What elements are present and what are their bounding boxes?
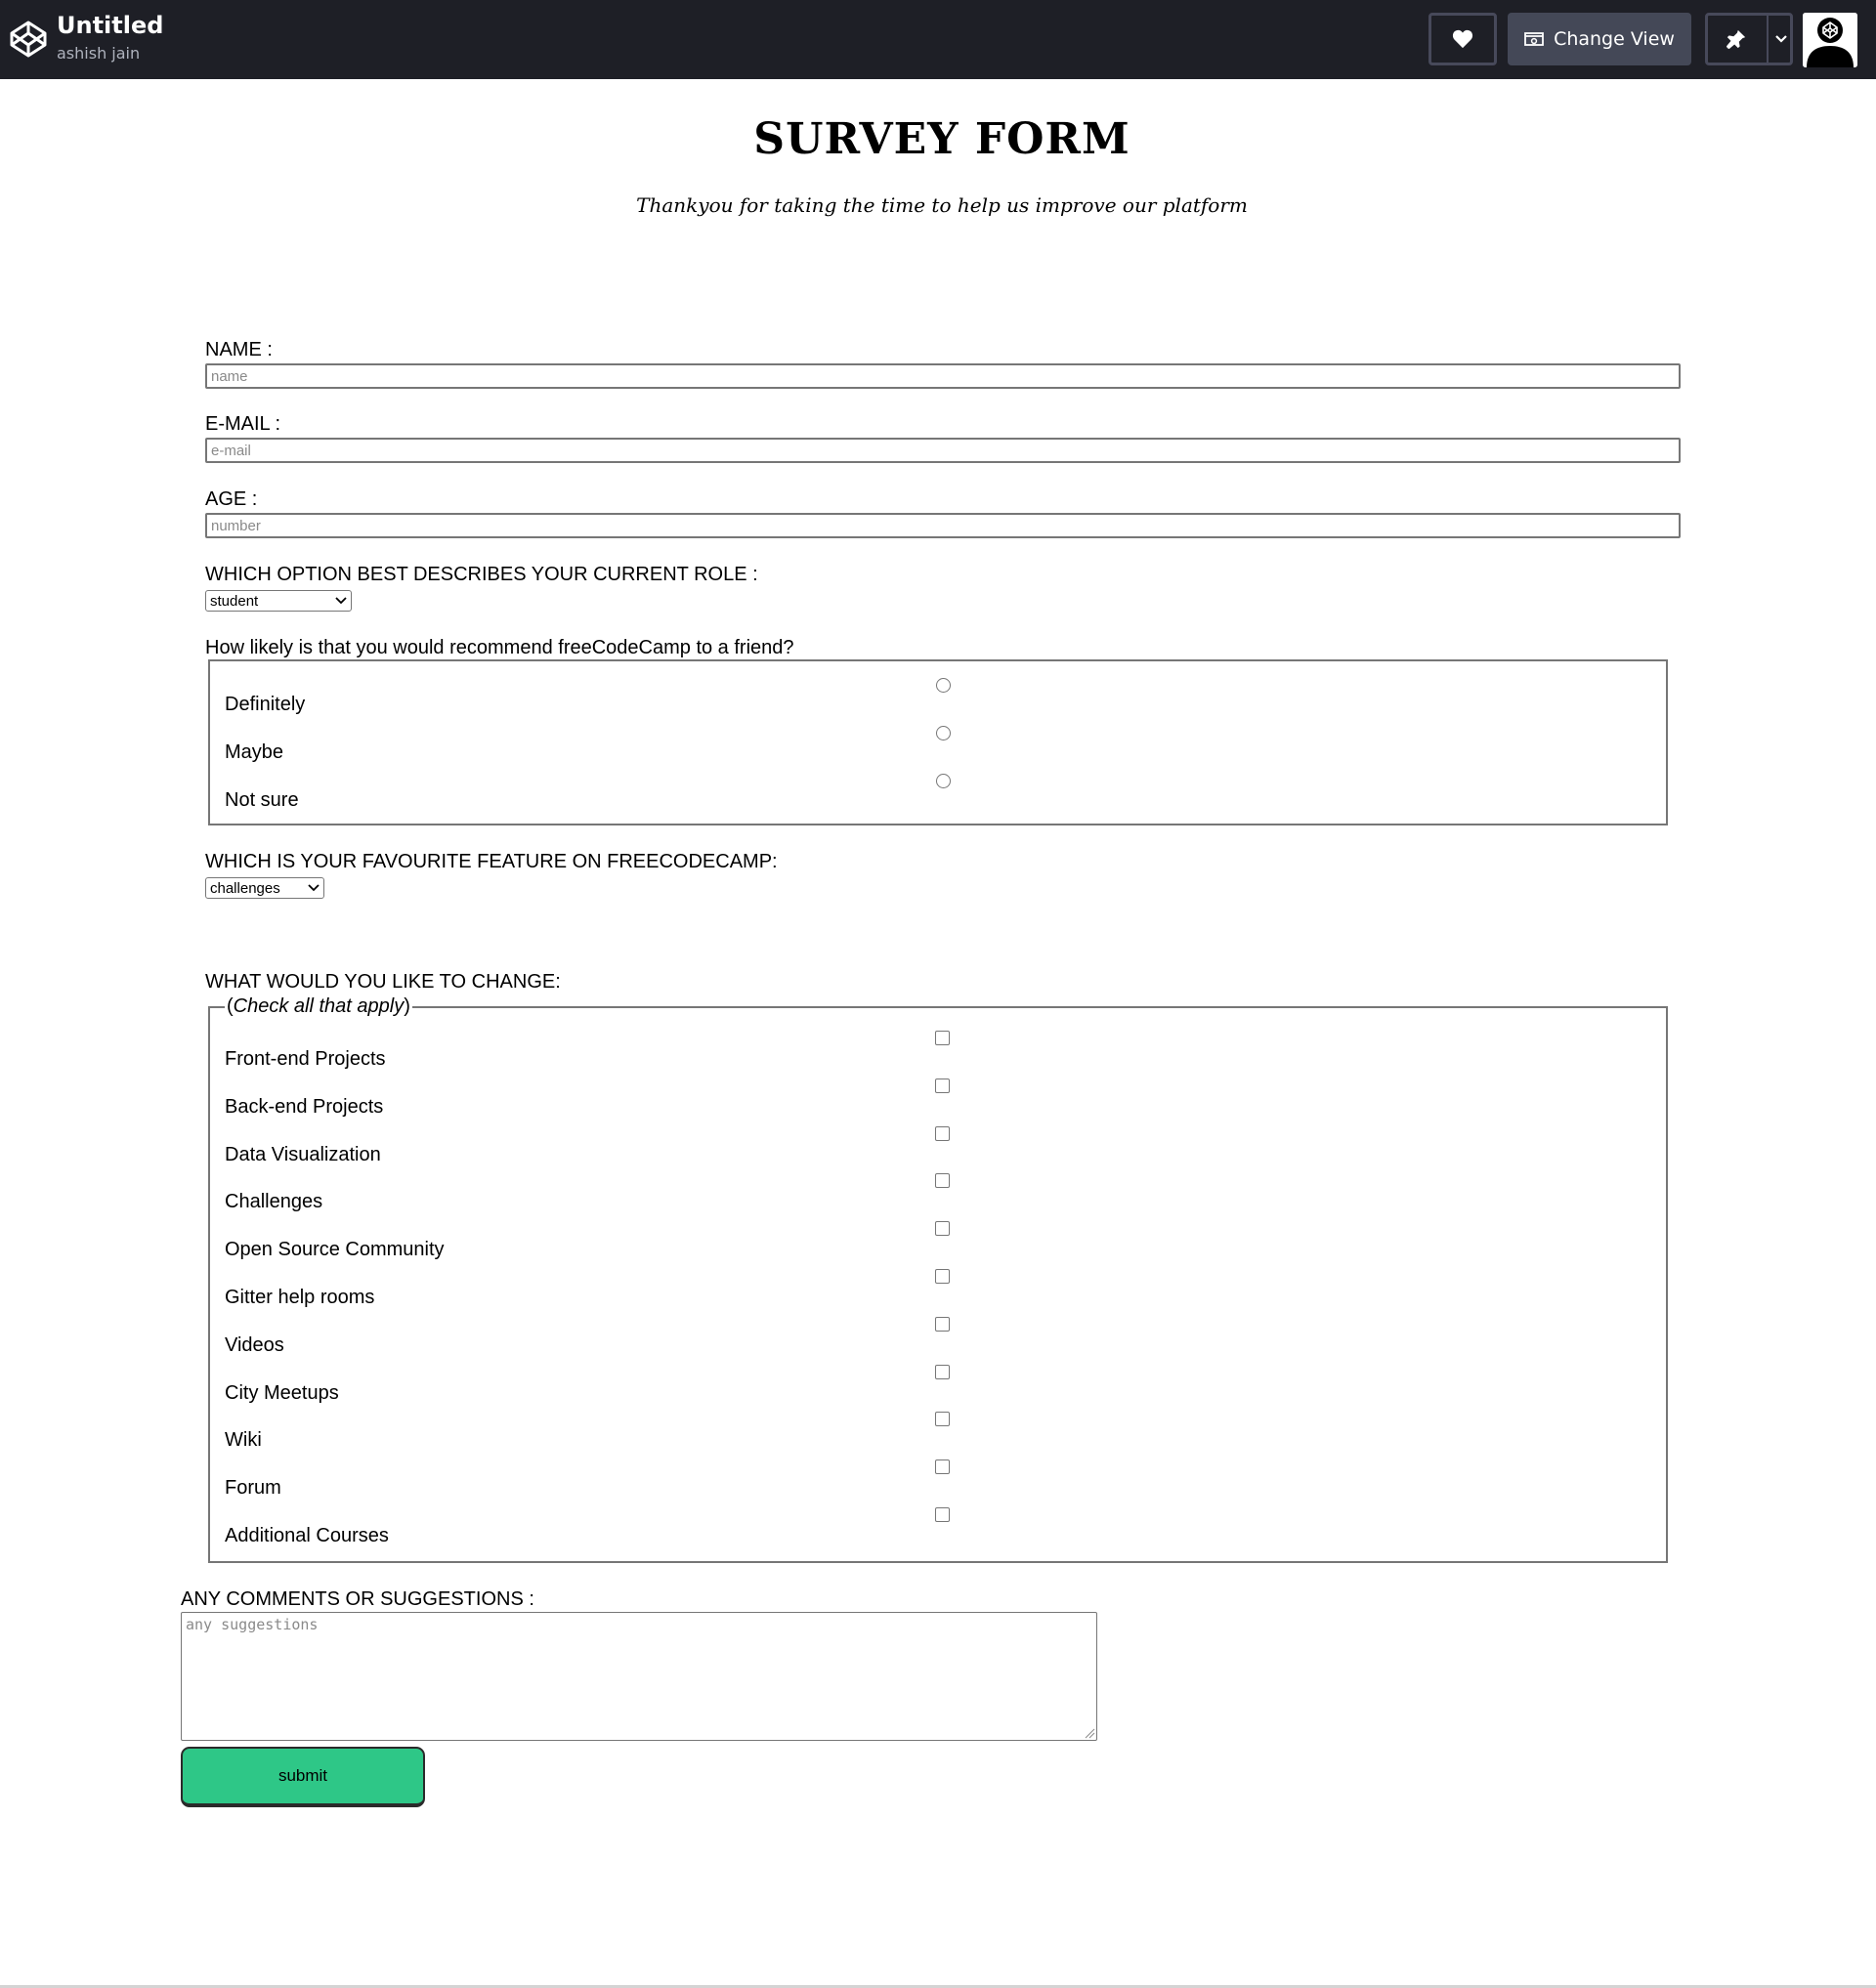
name-label: NAME :: [205, 339, 273, 360]
improve-checkbox-forum[interactable]: [935, 1459, 950, 1475]
improve-checkbox-data-visualization[interactable]: [935, 1125, 950, 1141]
improve-option-label: Front-end Projects: [225, 1048, 386, 1070]
pen-title[interactable]: Untitled: [57, 12, 163, 39]
chevron-down-icon: [335, 597, 347, 605]
role-select-value: student: [210, 592, 259, 610]
improve-option-label: Additional Courses: [225, 1525, 389, 1546]
improve-checkbox-additional-courses[interactable]: [935, 1507, 950, 1522]
improve-checkbox-city-meetups[interactable]: [935, 1364, 950, 1379]
comments-label: ANY COMMENTS OR SUGGESTIONS :: [181, 1588, 534, 1610]
avatar[interactable]: [1803, 13, 1857, 67]
button-divider: [1767, 16, 1769, 63]
chevron-down-icon: [308, 884, 320, 892]
improve-legend: (Check all that apply): [225, 995, 412, 1018]
recommend-option-label: Not sure: [225, 789, 299, 811]
chevron-down-icon[interactable]: [1774, 34, 1788, 44]
recommend-label: How likely is that you would recommend f…: [205, 637, 794, 658]
feature-select-value: challenges: [210, 879, 280, 897]
improve-checkbox-gitter-help-rooms[interactable]: [935, 1269, 950, 1284]
improve-option-label: City Meetups: [225, 1381, 339, 1404]
recommend-radio-not-sure[interactable]: [936, 774, 951, 788]
codepen-header: Untitled ashish jain Change View: [0, 0, 1876, 79]
survey-subtitle: Thankyou for taking the time to help us …: [636, 193, 1248, 217]
survey-title: SURVEY FORM: [753, 114, 1130, 164]
comments-textarea[interactable]: [181, 1612, 1097, 1741]
improve-option-label: Challenges: [225, 1191, 323, 1213]
improve-label: WHAT WOULD YOU LIKE TO CHANGE:: [205, 971, 561, 993]
improve-option-label: Data Visualization: [225, 1143, 381, 1165]
name-input[interactable]: [205, 363, 1681, 389]
avatar-icon: [1803, 13, 1857, 67]
codepen-logo-icon[interactable]: [9, 20, 48, 59]
legend-text: Check all that apply: [233, 995, 405, 1017]
heart-icon: [1452, 29, 1473, 49]
email-label: E-MAIL :: [205, 413, 281, 435]
resize-grip-icon[interactable]: [1084, 1727, 1095, 1739]
improve-option-label: Forum: [225, 1477, 281, 1500]
change-view-icon: [1524, 32, 1544, 46]
age-label: AGE :: [205, 488, 258, 510]
improve-option-label: Videos: [225, 1333, 284, 1356]
legend-open-paren: (: [227, 995, 234, 1017]
improve-option-label: Wiki: [225, 1429, 262, 1452]
improve-checkbox-open-source-community[interactable]: [935, 1221, 950, 1237]
improve-checkbox-front-end-projects[interactable]: [935, 1031, 950, 1045]
improve-option-label: Back-end Projects: [225, 1095, 384, 1118]
recommend-option-label: Definitely: [225, 694, 306, 715]
legend-close-paren: ): [404, 995, 410, 1017]
pin-button[interactable]: [1705, 13, 1793, 65]
feature-select[interactable]: challenges: [205, 877, 324, 899]
email-input[interactable]: [205, 438, 1681, 463]
submit-button[interactable]: submit: [181, 1747, 425, 1807]
improve-checkbox-videos[interactable]: [935, 1316, 950, 1332]
age-input[interactable]: [205, 513, 1681, 538]
improve-checkbox-wiki[interactable]: [935, 1412, 950, 1427]
feature-label: WHICH IS YOUR FAVOURITE FEATURE ON FREEC…: [205, 851, 778, 872]
like-button[interactable]: [1428, 13, 1497, 65]
improve-option-label: Open Source Community: [225, 1239, 445, 1261]
pen-author-link[interactable]: ashish jain: [57, 44, 140, 63]
improve-option-label: Gitter help rooms: [225, 1287, 375, 1308]
improve-checkbox-back-end-projects[interactable]: [935, 1078, 950, 1093]
change-view-button[interactable]: Change View: [1508, 13, 1691, 65]
change-view-label: Change View: [1554, 28, 1675, 50]
pin-icon[interactable]: [1726, 28, 1747, 50]
recommend-radio-definitely[interactable]: [936, 678, 951, 693]
recommend-option-label: Maybe: [225, 741, 284, 763]
role-select[interactable]: student: [205, 590, 352, 612]
role-label: WHICH OPTION BEST DESCRIBES YOUR CURRENT…: [205, 564, 758, 585]
improve-checkbox-challenges[interactable]: [935, 1173, 950, 1189]
recommend-radio-maybe[interactable]: [936, 726, 951, 740]
